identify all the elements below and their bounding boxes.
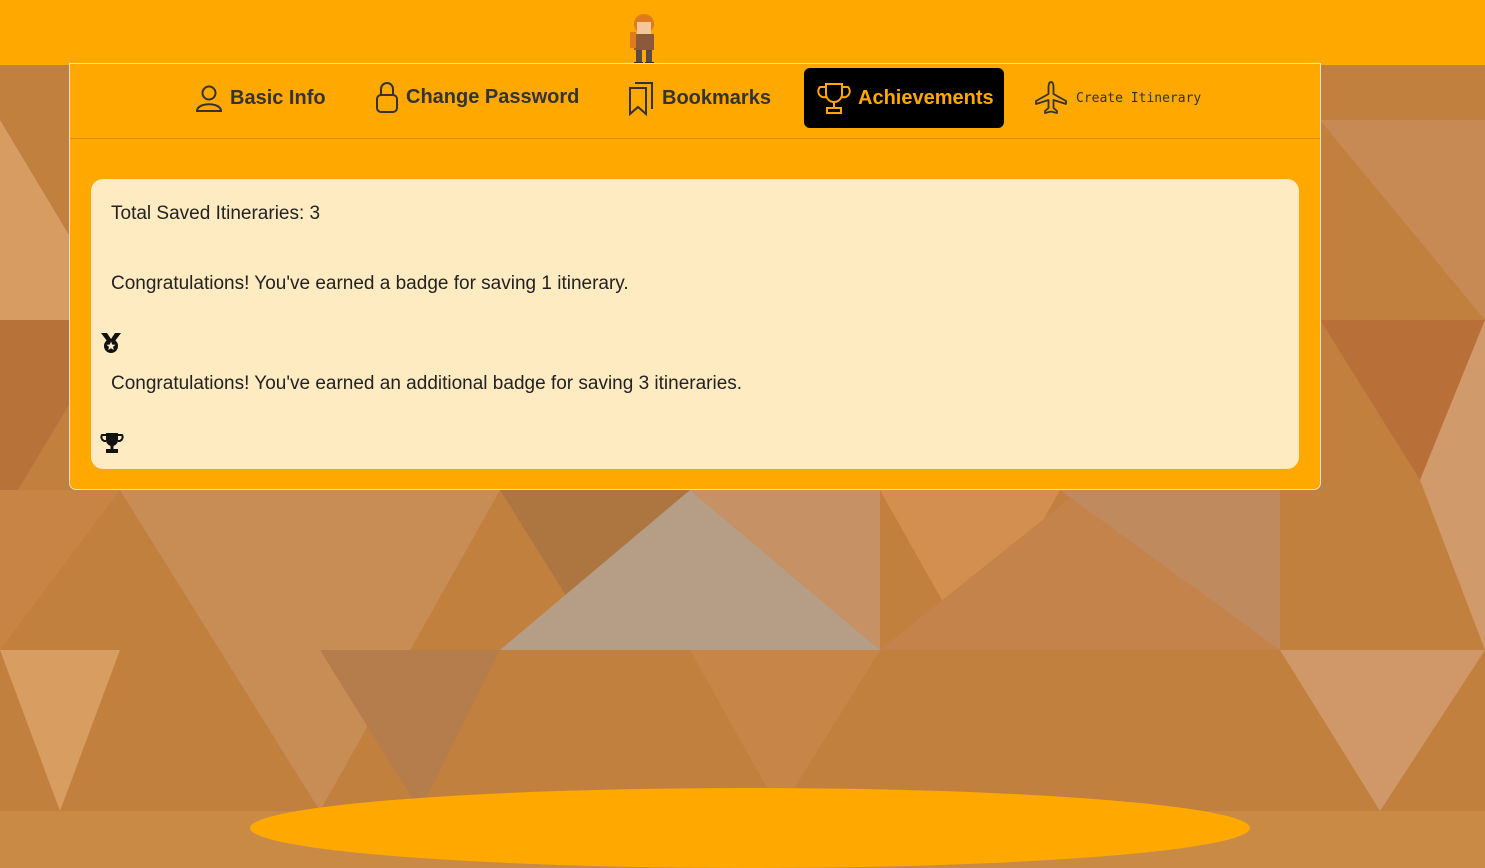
tab-bookmarks[interactable]: Bookmarks (626, 68, 771, 128)
badge-message-1: Congratulations! You've earned a badge f… (111, 273, 629, 294)
airplane-icon (1035, 81, 1067, 114)
trophy-icon (100, 433, 124, 453)
bottom-decoration (250, 788, 1250, 868)
tab-label: Achievements (858, 86, 994, 109)
tab-label: Create Itinerary (1076, 90, 1202, 106)
user-icon (195, 85, 223, 112)
trophy-icon (817, 83, 851, 114)
tab-achievements[interactable]: Achievements (804, 68, 1004, 128)
total-saved-itineraries: Total Saved Itineraries: 3 (111, 203, 321, 224)
tab-change-password[interactable]: Change Password (374, 67, 579, 127)
tab-basic-info[interactable]: Basic Info (194, 68, 326, 128)
profile-card: Basic Info Change Password Bookmarks Ach… (70, 64, 1320, 489)
tab-label: Basic Info (230, 86, 326, 109)
profile-tabs: Basic Info Change Password Bookmarks Ach… (70, 64, 1320, 139)
tab-label: Bookmarks (662, 86, 771, 109)
tab-label: Change Password (406, 85, 580, 108)
top-bar (0, 0, 1485, 65)
mascot-avatar[interactable] (624, 12, 664, 68)
achievements-panel: Total Saved Itineraries: 3 Congratulatio… (91, 179, 1299, 469)
lock-icon (376, 82, 398, 113)
bookmarks-icon (629, 82, 653, 116)
medal-icon (101, 333, 121, 353)
badge-message-2: Congratulations! You've earned an additi… (111, 373, 743, 394)
tab-create-itinerary[interactable]: Create Itinerary (1032, 68, 1201, 128)
